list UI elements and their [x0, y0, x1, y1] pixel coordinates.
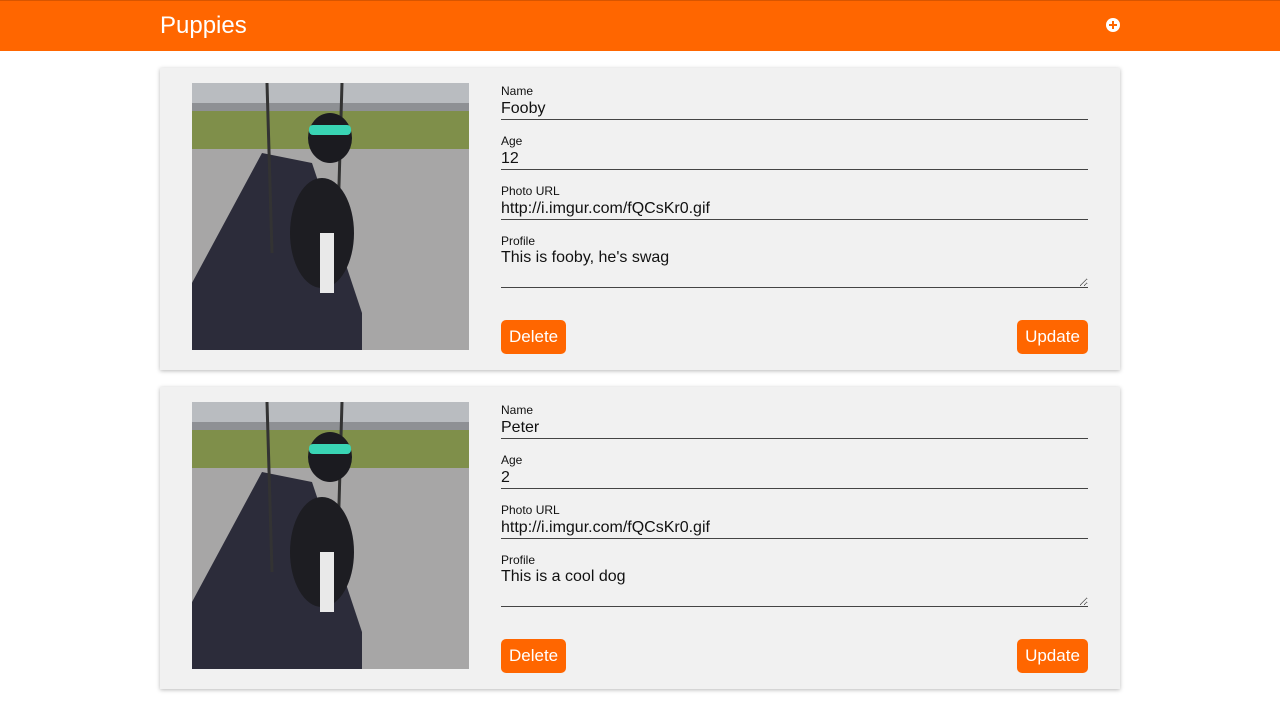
profile-field: Profile This is fooby, he's swag — [501, 234, 1088, 288]
photo-url-field: Photo URL — [501, 503, 1088, 539]
age-label: Age — [501, 453, 523, 467]
app-title: Puppies — [160, 12, 247, 39]
name-label: Name — [501, 84, 534, 98]
photo-url-input[interactable] — [501, 517, 1088, 539]
age-input[interactable] — [501, 148, 1088, 170]
name-label: Name — [501, 403, 534, 417]
delete-button[interactable]: Delete — [501, 639, 566, 673]
puppy-card: Name Age Photo URL Profile This is fooby… — [160, 68, 1120, 370]
age-field: Age — [501, 453, 1088, 489]
profile-field: Profile This is a cool dog — [501, 553, 1088, 607]
photo-url-field: Photo URL — [501, 184, 1088, 220]
name-input[interactable] — [501, 417, 1088, 439]
profile-textarea[interactable]: This is fooby, he's swag — [501, 248, 1088, 288]
name-input[interactable] — [501, 98, 1088, 120]
photo-url-input[interactable] — [501, 198, 1088, 220]
add-puppy-icon[interactable] — [1106, 18, 1120, 32]
update-button[interactable]: Update — [1017, 639, 1088, 673]
profile-textarea[interactable]: This is a cool dog — [501, 567, 1088, 607]
photo-url-label: Photo URL — [501, 503, 560, 517]
app-header: Puppies — [0, 0, 1280, 51]
age-input[interactable] — [501, 467, 1088, 489]
profile-label: Profile — [501, 234, 536, 248]
profile-label: Profile — [501, 553, 536, 567]
name-field: Name — [501, 403, 1088, 439]
delete-button[interactable]: Delete — [501, 320, 566, 354]
puppy-card: Name Age Photo URL Profile This is a coo… — [160, 387, 1120, 689]
age-label: Age — [501, 134, 523, 148]
name-field: Name — [501, 84, 1088, 120]
photo-url-label: Photo URL — [501, 184, 560, 198]
puppy-photo — [192, 83, 469, 350]
puppy-photo — [192, 402, 469, 669]
age-field: Age — [501, 134, 1088, 170]
update-button[interactable]: Update — [1017, 320, 1088, 354]
